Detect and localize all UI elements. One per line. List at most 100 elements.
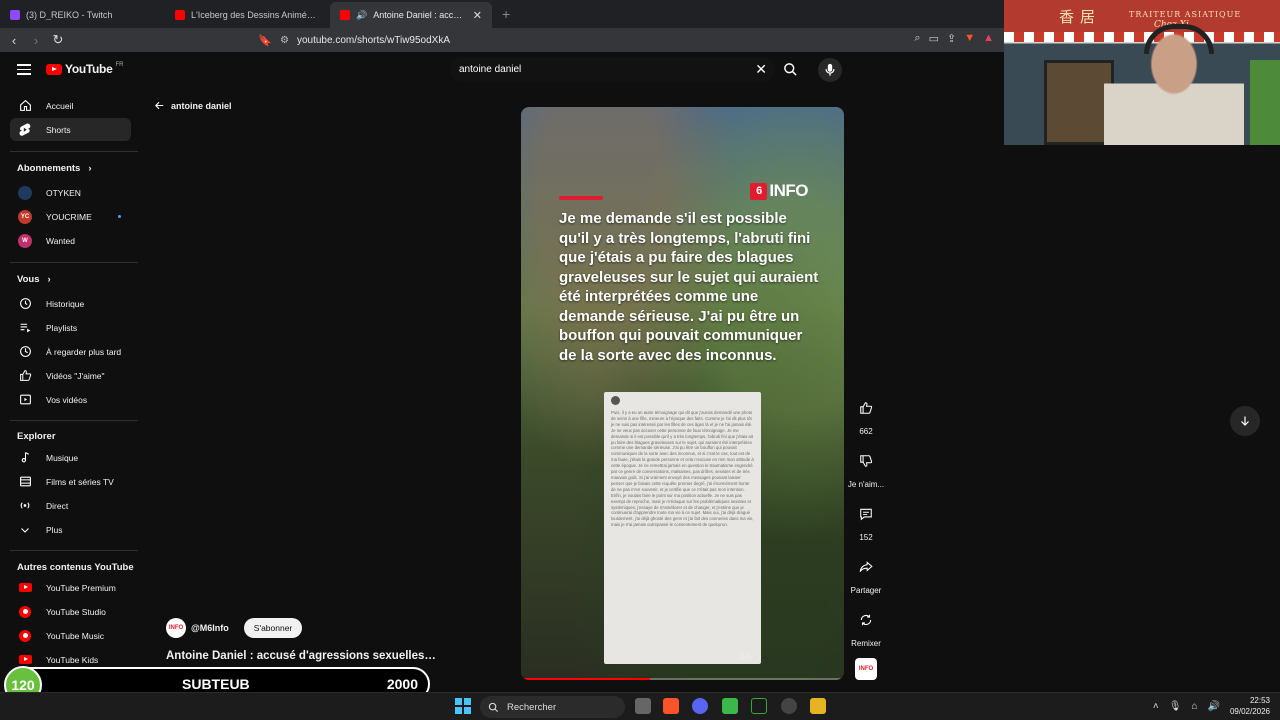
sidebar-item-label: YouTube Studio <box>46 606 106 617</box>
reload-icon[interactable]: ↻ <box>47 32 69 48</box>
youtube-play-icon <box>46 63 62 75</box>
chevron-up-icon[interactable]: ˄ <box>1153 701 1159 712</box>
comments-button[interactable]: 152 <box>846 501 886 542</box>
sidebar-item-wanted[interactable]: W Wanted <box>10 229 131 252</box>
sidebar-item-home[interactable]: Accueil <box>10 94 131 117</box>
address-bar-row: ‹ › ↻ 🔖 ⚙ youtube.com/shorts/wTiw95odXkA… <box>0 28 1004 52</box>
youtube-kids-icon <box>18 655 32 664</box>
browser-tab[interactable]: L'Iceberg des Dessins Animés les Plus <box>165 2 330 28</box>
channel-avatar[interactable]: INFO <box>166 618 186 638</box>
arrow-left-icon <box>155 101 164 110</box>
network-icon[interactable]: ⌂ <box>1191 701 1197 712</box>
search-button[interactable] <box>778 58 802 80</box>
browser-tab-active[interactable]: 🔊 Antoine Daniel : accusé d'agre ✕ <box>330 2 492 28</box>
back-to-search-link[interactable]: antoine daniel <box>154 100 232 111</box>
forward-icon[interactable]: › <box>25 33 47 48</box>
sidebar-item-label: YouTube Kids <box>46 654 99 665</box>
sidebar-item-your-videos[interactable]: Vos vidéos <box>10 388 131 411</box>
close-tab-icon[interactable]: ✕ <box>473 9 482 22</box>
chevron-right-icon: › <box>88 163 92 174</box>
microphone-icon[interactable]: 🎙 <box>1169 701 1182 712</box>
sub-goal-label: SUBTEUB <box>182 676 250 692</box>
share-button[interactable]: Partager <box>846 554 886 595</box>
m6-logo-icon: 6 <box>750 182 768 200</box>
site-info-icon[interactable]: ⚙ <box>280 35 289 46</box>
channel-avatar: YC <box>18 209 32 224</box>
statement-document: Puis, il y a eu un autre témoignage qui … <box>604 392 761 664</box>
address-field[interactable]: ⚙ youtube.com/shorts/wTiw95odXkA <box>280 32 890 49</box>
browser-tab[interactable]: (3) D_REIKO - Twitch <box>0 2 165 28</box>
logo-text: YouTube <box>65 62 113 76</box>
sidebar-item-playlists[interactable]: Playlists <box>10 316 131 339</box>
clear-search-icon[interactable]: ✕ <box>755 61 767 78</box>
obs-icon[interactable] <box>781 698 797 714</box>
sidebar-item-more[interactable]: Plus <box>10 518 131 541</box>
sidebar-item-watch-later[interactable]: À regarder plus tard <box>10 340 131 363</box>
sidebar-item-youtube-premium[interactable]: YouTube Premium <box>10 576 131 599</box>
subscriptions-heading[interactable]: Abonnements › <box>17 163 92 174</box>
sidebar-item-youtube-music[interactable]: YouTube Music <box>10 624 131 647</box>
channel-avatar <box>18 185 32 200</box>
chevron-down-icon <box>18 523 32 537</box>
sidebar-item-live[interactable]: Direct <box>10 494 131 517</box>
app-green-icon[interactable] <box>722 698 738 714</box>
channel-row: INFO @M6Info S'abonner <box>166 618 303 638</box>
shorts-icon <box>18 123 32 137</box>
remix-button[interactable]: Remixer <box>846 607 886 648</box>
sidebar-item-liked-videos[interactable]: Vidéos "J'aime" <box>10 364 131 387</box>
audio-playing-icon[interactable]: 🔊 <box>356 10 367 21</box>
task-view-icon[interactable] <box>635 698 651 714</box>
dislike-button[interactable]: Je n'aim... <box>846 448 886 489</box>
like-button[interactable]: 662 <box>846 395 886 436</box>
video-progress-bar[interactable] <box>521 678 844 680</box>
back-icon[interactable]: ‹ <box>3 33 25 48</box>
you-heading[interactable]: Vous › <box>17 274 51 285</box>
sidebar-item-label: Musique <box>46 452 79 463</box>
sidebar-item-label: Direct <box>46 500 69 511</box>
new-tab-button[interactable]: + <box>492 6 520 28</box>
rewards-icon[interactable]: ▲ <box>983 32 994 45</box>
sidebar-item-otyken[interactable]: OTYKEN <box>10 181 131 204</box>
app-yellow-icon[interactable] <box>810 698 826 714</box>
sidebar-item-label: Vidéos "J'aime" <box>46 370 105 381</box>
cast-icon[interactable]: ▭ <box>929 32 939 45</box>
zoom-icon[interactable]: ⌕ <box>914 32 920 45</box>
sidebar-item-label: YouTube Music <box>46 630 104 641</box>
watch-later-icon <box>18 345 32 359</box>
new-content-dot <box>118 215 121 218</box>
short-video-player[interactable]: 6 INFO Je me demande s'il est possible q… <box>521 107 844 680</box>
brave-shield-icon[interactable]: ▼ <box>964 32 975 45</box>
taskbar-search-label: Rechercher <box>507 701 557 713</box>
youtube-logo[interactable]: YouTube FR <box>46 62 123 76</box>
channel-avatar-button[interactable]: INFO <box>855 658 877 680</box>
video-title[interactable]: Antoine Daniel : accusé d'agressions sex… <box>166 650 436 662</box>
divider <box>10 151 138 152</box>
voice-search-button[interactable] <box>818 58 842 82</box>
sidebar-item-music[interactable]: Musique <box>10 446 131 469</box>
sidebar-item-label: Playlists <box>46 322 78 333</box>
search-input[interactable]: antoine daniel ✕ <box>450 57 775 82</box>
bookmark-icon[interactable]: 🔖 <box>254 34 276 47</box>
sidebar-item-youcrime[interactable]: YC YOUCRIME <box>10 205 131 228</box>
music-icon <box>18 451 32 465</box>
channel-name[interactable]: @M6Info <box>191 623 229 633</box>
subscribe-button[interactable]: S'abonner <box>243 618 303 638</box>
brave-browser-icon[interactable] <box>663 698 679 714</box>
volume-icon[interactable]: 🔊 <box>1208 701 1220 712</box>
sidebar-item-movies[interactable]: Films et séries TV <box>10 470 131 493</box>
menu-icon[interactable] <box>17 64 31 75</box>
windows-start-icon[interactable] <box>455 698 471 714</box>
thumbs-down-icon <box>853 448 879 474</box>
explore-heading: Explorer <box>17 431 56 442</box>
sidebar-item-history[interactable]: Historique <box>10 292 131 315</box>
discord-icon[interactable] <box>692 698 708 714</box>
share-icon[interactable]: ⇪ <box>947 32 956 45</box>
app-play-icon[interactable] <box>751 698 767 714</box>
sidebar-item-label: OTYKEN <box>46 187 81 198</box>
taskbar-search[interactable]: Rechercher <box>480 696 625 718</box>
sidebar-item-youtube-studio[interactable]: YouTube Studio <box>10 600 131 623</box>
youtube-favicon-icon <box>340 10 350 20</box>
next-short-button[interactable] <box>1230 406 1260 436</box>
clock[interactable]: 22:53 09/02/2026 <box>1230 695 1270 717</box>
sidebar-item-shorts[interactable]: Shorts <box>10 118 131 141</box>
